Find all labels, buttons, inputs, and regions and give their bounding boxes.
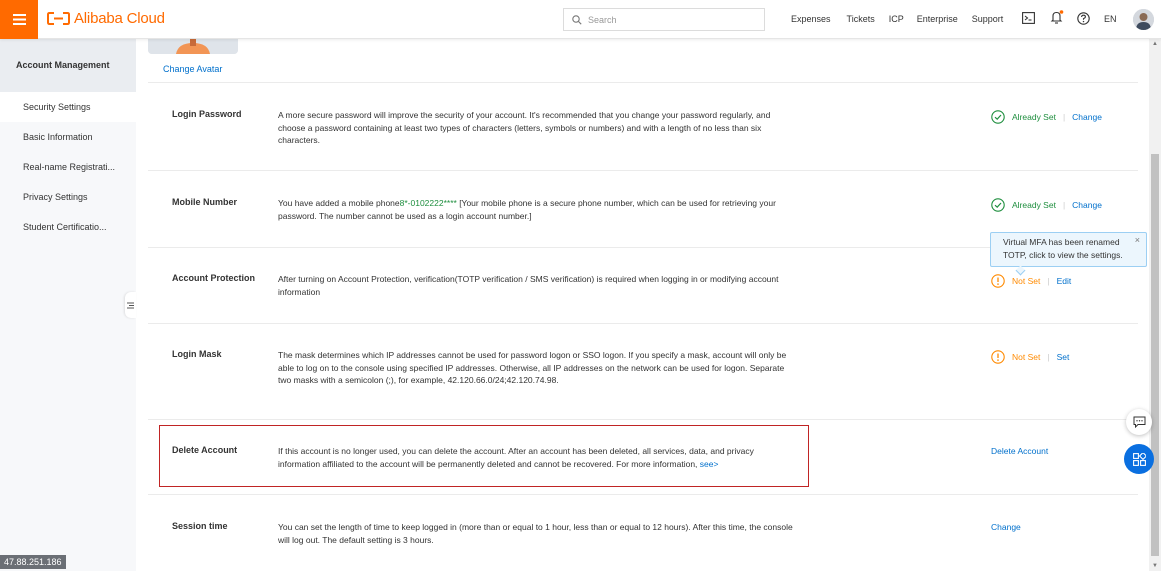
status-text: Already Set — [1012, 112, 1056, 122]
mobile-number-description: You have added a mobile phone8*-0102222*… — [278, 197, 798, 222]
search-input[interactable] — [588, 14, 758, 25]
vertical-scrollbar[interactable]: ▲ ▼ — [1149, 39, 1161, 571]
mobile-phone-number: 8*-0102222**** — [399, 198, 457, 208]
login-password-description: A more secure password will improve the … — [278, 110, 771, 145]
separator: | — [1047, 352, 1050, 362]
login-password-change-link[interactable]: Change — [1072, 112, 1102, 122]
status-text: Not Set — [1012, 276, 1041, 286]
security-settings-panel: Change Avatar Login Password A more secu… — [136, 39, 1149, 571]
top-navigation-bar: Alibaba Cloud Expenses Tickets ICP Enter… — [0, 0, 1161, 39]
login-password-title: Login Password — [172, 109, 242, 119]
mobile-desc-prefix: You have added a mobile phone — [278, 198, 400, 208]
scroll-up-arrow-icon[interactable]: ▲ — [1152, 41, 1158, 47]
warning-circle-icon — [991, 350, 1005, 364]
nav-tickets[interactable]: Tickets — [847, 14, 875, 24]
divider — [148, 494, 1138, 495]
collapse-icon — [127, 302, 134, 308]
separator: | — [1062, 112, 1066, 122]
nav-support[interactable]: Support — [972, 14, 1004, 24]
sidebar-item-security-settings[interactable]: Security Settings — [0, 92, 136, 122]
session-time-title: Session time — [172, 521, 228, 531]
sidebar-item-real-name-registration[interactable]: Real-name Registrati... — [0, 152, 136, 182]
nav-enterprise[interactable]: Enterprise — [917, 14, 958, 24]
session-time-change-link[interactable]: Change — [991, 522, 1021, 532]
logo-text: Alibaba Cloud — [74, 10, 165, 27]
login-mask-description: The mask determines which IP addresses c… — [278, 350, 787, 385]
change-avatar-link[interactable]: Change Avatar — [163, 64, 222, 74]
login-mask-set-link[interactable]: Set — [1057, 352, 1070, 362]
nav-icp[interactable]: ICP — [889, 14, 904, 24]
tooltip-text: Virtual MFA has been renamed TOTP, click… — [1003, 237, 1123, 260]
search-icon — [572, 14, 582, 25]
sidebar-item-privacy-settings[interactable]: Privacy Settings — [0, 182, 136, 212]
divider — [148, 419, 1138, 420]
login-password-status: Already Set | Change — [991, 110, 1102, 124]
feedback-chat-button[interactable] — [1126, 409, 1152, 435]
chat-bubble-icon — [1133, 416, 1145, 428]
check-circle-icon — [991, 110, 1005, 124]
mfa-rename-tooltip[interactable]: Virtual MFA has been renamed TOTP, click… — [990, 232, 1147, 276]
divider — [148, 82, 1138, 83]
hamburger-icon — [12, 14, 26, 25]
top-nav-links: Expenses Tickets ICP Enterprise Support — [791, 14, 1003, 24]
sidebar-item-student-certification[interactable]: Student Certificatio... — [0, 212, 136, 242]
search-box[interactable] — [563, 8, 765, 31]
warning-circle-icon — [991, 274, 1005, 288]
account-protection-description: After turning on Account Protection, ver… — [278, 274, 779, 297]
sidebar-item-basic-information[interactable]: Basic Information — [0, 122, 136, 152]
scroll-down-arrow-icon[interactable]: ▼ — [1152, 563, 1158, 569]
account-protection-status: Not Set | Edit — [991, 274, 1071, 288]
account-avatar-image — [148, 39, 238, 54]
see-more-link[interactable]: see> — [700, 459, 719, 469]
divider — [148, 170, 1138, 171]
mobile-number-change-link[interactable]: Change — [1072, 200, 1102, 210]
account-protection-title: Account Protection — [172, 273, 256, 283]
check-circle-icon — [991, 198, 1005, 212]
alibaba-cloud-logo-icon — [47, 12, 70, 25]
login-mask-status: Not Set | Set — [991, 350, 1069, 364]
sidebar-collapse-handle[interactable] — [125, 292, 136, 318]
mobile-number-title: Mobile Number — [172, 197, 238, 207]
apps-grid-icon — [1132, 452, 1146, 466]
ip-address-label: 47.88.251.186 — [0, 555, 66, 569]
alibaba-cloud-logo[interactable]: Alibaba Cloud — [47, 10, 165, 27]
cloud-shell-icon[interactable] — [1022, 12, 1035, 26]
sidebar-menu: Security Settings Basic Information Real… — [0, 92, 136, 571]
delete-account-link[interactable]: Delete Account — [991, 446, 1048, 456]
divider — [148, 323, 1138, 324]
status-text: Not Set — [1012, 352, 1041, 362]
hamburger-menu-button[interactable] — [0, 0, 38, 39]
help-icon[interactable] — [1077, 12, 1090, 27]
delete-account-title: Delete Account — [172, 445, 238, 455]
scrollbar-thumb[interactable] — [1151, 154, 1159, 556]
account-protection-edit-link[interactable]: Edit — [1057, 276, 1072, 286]
user-avatar[interactable] — [1133, 9, 1154, 30]
mobile-number-status: Already Set | Change — [991, 198, 1102, 212]
separator: | — [1062, 200, 1066, 210]
session-time-description: You can set the length of time to keep l… — [278, 522, 793, 545]
language-switch[interactable]: EN — [1104, 14, 1117, 24]
delete-account-description: If this account is no longer used, you c… — [278, 445, 798, 470]
separator: | — [1047, 276, 1050, 286]
sidebar: Account Management Security Settings Bas… — [0, 39, 136, 571]
delete-account-text: If this account is no longer used, you c… — [278, 446, 754, 469]
nav-expenses[interactable]: Expenses — [791, 14, 831, 24]
quick-apps-button[interactable] — [1124, 444, 1154, 474]
status-text: Already Set — [1012, 200, 1056, 210]
tooltip-close-icon[interactable]: × — [1135, 234, 1140, 247]
notification-bell-icon[interactable] — [1050, 10, 1064, 27]
login-mask-title: Login Mask — [172, 349, 222, 359]
sidebar-title: Account Management — [16, 60, 110, 70]
